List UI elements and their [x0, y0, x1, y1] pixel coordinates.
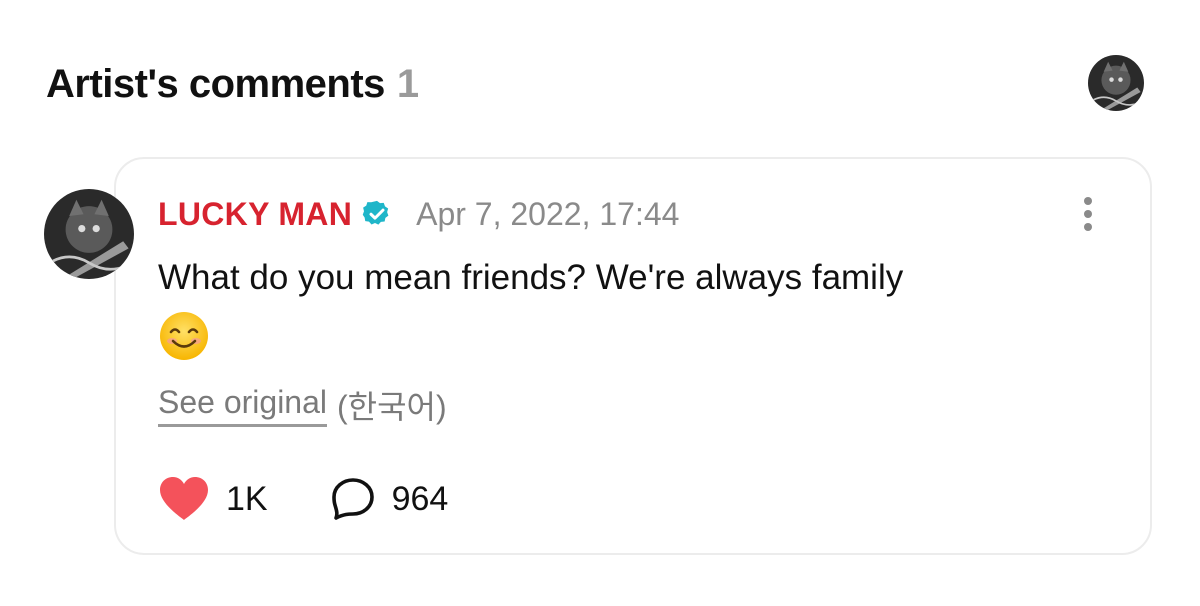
comment-meta: LUCKY MAN Apr 7, 2022, 17:44: [158, 192, 679, 236]
smiling-face-emoji-icon: [160, 312, 208, 360]
verified-badge-icon: [362, 200, 389, 225]
section-header: Artist's comments 1: [46, 56, 419, 112]
reply-button[interactable]: 964: [330, 476, 449, 522]
artist-avatar-image: [44, 189, 134, 279]
section-title: Artist's comments: [46, 61, 385, 106]
translation-row: See original (한국어): [158, 382, 447, 428]
comment-author-avatar[interactable]: [44, 189, 134, 279]
artist-avatar-button[interactable]: [1088, 55, 1144, 111]
artist-comments-page: Artist's comments 1 LUCKY MAN Apr 7, 202…: [0, 0, 1200, 606]
reply-count: 964: [391, 479, 449, 518]
heart-icon: [160, 477, 208, 520]
like-button[interactable]: 1K: [158, 476, 268, 522]
comment-actions: 1K 964: [158, 472, 448, 526]
comment-count: 1: [396, 61, 420, 106]
speech-bubble-icon: [331, 478, 374, 520]
comment-text: What do you mean friends? We're always f…: [158, 258, 904, 297]
artist-avatar-image: [1088, 55, 1144, 111]
comment-timestamp: Apr 7, 2022, 17:44: [416, 195, 680, 232]
more-options-icon[interactable]: [1070, 192, 1106, 236]
like-count: 1K: [226, 479, 268, 518]
author-name[interactable]: LUCKY MAN: [158, 196, 352, 233]
see-original-link[interactable]: See original: [158, 384, 327, 427]
original-language-label: (한국어): [337, 389, 447, 425]
